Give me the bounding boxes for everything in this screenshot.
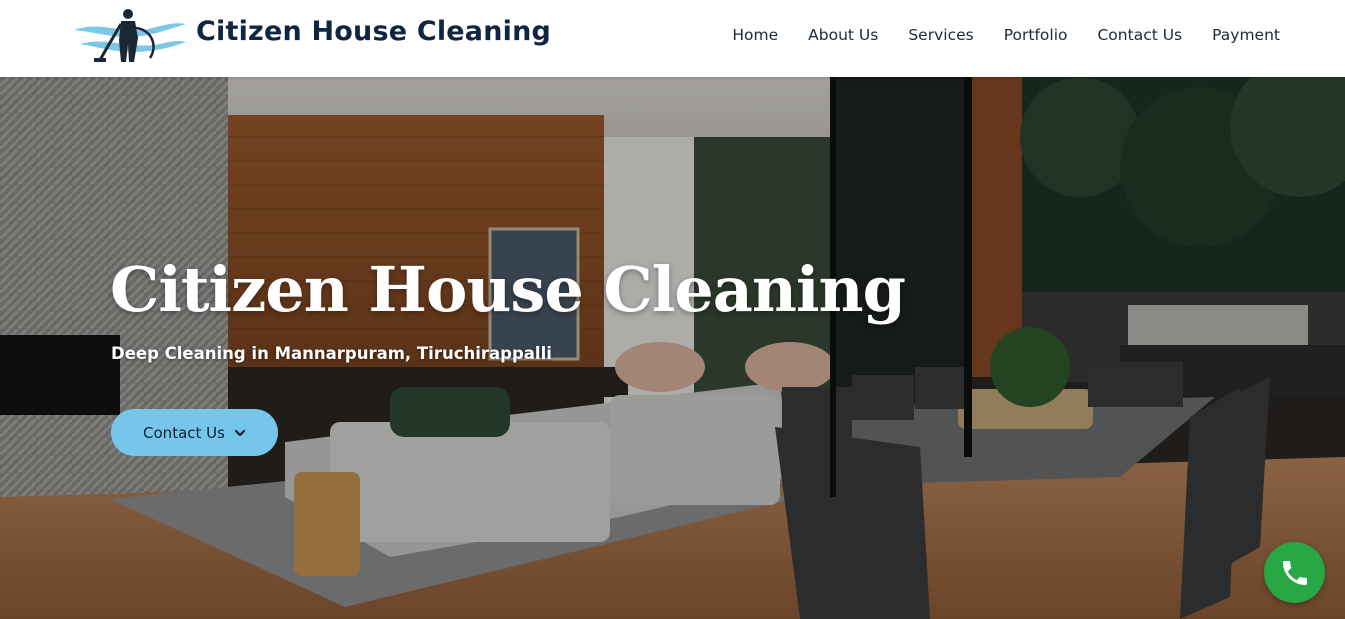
chevron-down-icon bbox=[234, 429, 246, 436]
phone-icon bbox=[1282, 560, 1307, 585]
hero-section: Citizen House Cleaning Deep Cleaning in … bbox=[0, 77, 1345, 619]
contact-us-button[interactable]: Contact Us bbox=[111, 409, 278, 456]
hero-title: Citizen House Cleaning bbox=[110, 253, 906, 326]
contact-us-button-label: Contact Us bbox=[143, 423, 225, 442]
hero-subtitle: Deep Cleaning in Mannarpuram, Tiruchirap… bbox=[111, 344, 552, 363]
site-header: Citizen House Cleaning Home About Us Ser… bbox=[0, 0, 1345, 77]
nav-contact-us[interactable]: Contact Us bbox=[1097, 26, 1182, 44]
nav-payment[interactable]: Payment bbox=[1212, 26, 1280, 44]
nav-home[interactable]: Home bbox=[732, 26, 778, 44]
brand-name[interactable]: Citizen House Cleaning bbox=[196, 16, 551, 47]
nav-services[interactable]: Services bbox=[908, 26, 973, 44]
vacuum-cleaner-logo-icon[interactable] bbox=[72, 6, 188, 66]
call-button[interactable] bbox=[1264, 542, 1325, 603]
main-nav: Home About Us Services Portfolio Contact… bbox=[732, 26, 1280, 44]
nav-portfolio[interactable]: Portfolio bbox=[1004, 26, 1068, 44]
nav-about-us[interactable]: About Us bbox=[808, 26, 878, 44]
